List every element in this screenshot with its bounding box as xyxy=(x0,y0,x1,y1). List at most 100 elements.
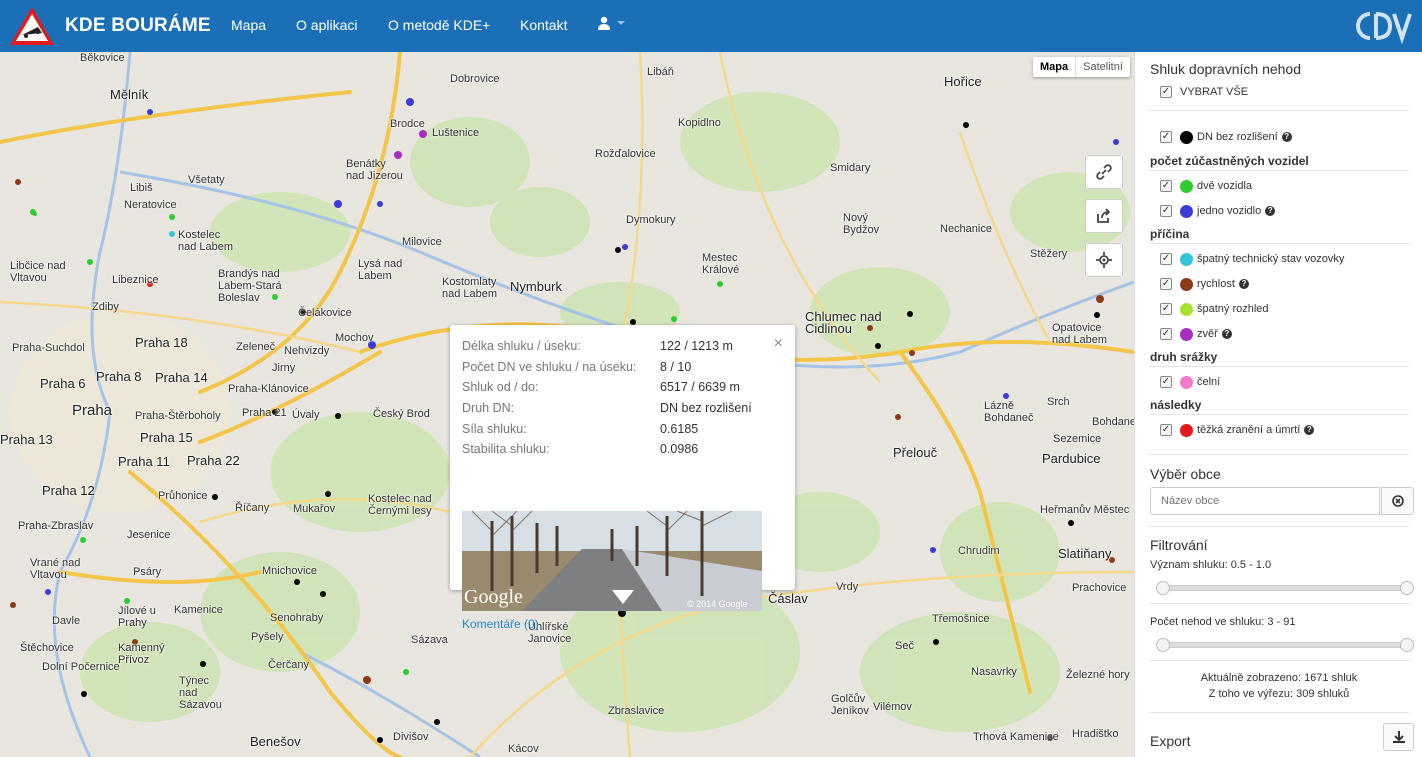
street-view-photo[interactable]: Google © 2014 Google xyxy=(462,511,762,611)
caret-down-icon xyxy=(617,21,625,25)
place-label: Stěžery xyxy=(1030,248,1068,260)
place-label: Železné hory xyxy=(1066,669,1130,681)
export-button[interactable] xyxy=(1383,723,1414,751)
place-label: Libiš xyxy=(130,182,153,194)
slider-handle-max[interactable] xyxy=(1400,638,1414,652)
place-label: Psáry xyxy=(133,566,162,578)
pink-dot-icon xyxy=(1180,375,1193,389)
pocet-slider[interactable] xyxy=(1156,638,1414,652)
place-label: Kostomlaty nad Labem xyxy=(442,276,498,300)
top-navbar: KDE BOURÁME Mapa O aplikaci O metodě KDE… xyxy=(0,0,1422,52)
vyznam-slider[interactable] xyxy=(1156,581,1414,595)
checkbox-technicky[interactable]: ✓ xyxy=(1160,253,1172,265)
map-type-map[interactable]: Mapa xyxy=(1033,57,1075,77)
checkbox-jedno-vozidlo[interactable]: ✓ xyxy=(1160,205,1172,217)
place-label: Všetaty xyxy=(188,174,225,186)
map-canvas[interactable]: Běkovice Mělník Dobrovice Libáň Hořice B… xyxy=(0,52,1134,757)
slider-handle-min[interactable] xyxy=(1156,581,1170,595)
place-label: Kopidlno xyxy=(678,117,721,129)
nav-kontakt[interactable]: Kontakt xyxy=(520,17,567,33)
filter-technicky[interactable]: ✓ špatný technický stav vozovky xyxy=(1160,250,1344,268)
filter-dve-vozidla[interactable]: ✓ dvě vozidla xyxy=(1160,177,1252,195)
help-icon[interactable]: ? xyxy=(1304,425,1315,435)
popup-value: 6517 / 6639 m xyxy=(660,380,740,394)
place-label: Hořice xyxy=(944,74,982,89)
place-label: Přelouč xyxy=(893,445,938,460)
divider xyxy=(1149,110,1409,111)
filter-label: rychlost xyxy=(1197,278,1235,290)
nav-o-aplikaci[interactable]: O aplikaci xyxy=(296,17,357,33)
place-label: Jesenice xyxy=(127,529,171,541)
place-label: Pardubice xyxy=(1042,451,1101,466)
brand-title[interactable]: KDE BOURÁME xyxy=(65,15,211,37)
place-label: Trhová Kamenice xyxy=(973,731,1059,743)
slider-handle-max[interactable] xyxy=(1400,581,1414,595)
share-button[interactable] xyxy=(1085,199,1123,233)
place-label: Libčice nad Vltavou xyxy=(10,260,66,284)
link-button[interactable] xyxy=(1085,155,1123,189)
place-label: Týnec nad Sázavou xyxy=(179,675,222,711)
place-label: Čáslav xyxy=(768,591,808,606)
place-label: Srch xyxy=(1047,396,1070,408)
photo-copyright: © 2014 Google xyxy=(687,599,748,609)
place-label: Dymokury xyxy=(626,214,676,226)
popup-label: Síla shluku: xyxy=(462,422,527,436)
checkbox-rychlost[interactable]: ✓ xyxy=(1160,278,1172,290)
help-icon[interactable]: ? xyxy=(1221,329,1232,339)
help-icon[interactable]: ? xyxy=(1281,132,1292,142)
user-menu[interactable] xyxy=(597,16,625,30)
place-label: Praha 18 xyxy=(135,335,188,350)
checkbox-rozhled[interactable]: ✓ xyxy=(1160,303,1172,315)
place-label: Lázně Bohdaneč xyxy=(984,400,1034,424)
place-label: Mochov xyxy=(335,332,374,344)
place-label: Mestec Králové xyxy=(702,252,740,276)
select-all-row[interactable]: ✓ VYBRAT VŠE xyxy=(1160,83,1248,101)
slider-handle-min[interactable] xyxy=(1156,638,1170,652)
filter-dn-bez[interactable]: ✓ DN bez rozlišení ? xyxy=(1160,128,1292,146)
checkbox-select-all[interactable]: ✓ xyxy=(1160,86,1172,98)
filter-celni[interactable]: ✓ čelní xyxy=(1160,373,1220,391)
close-icon[interactable]: × xyxy=(774,335,783,353)
divider xyxy=(1149,712,1409,713)
place-label: Pyšely xyxy=(251,631,284,643)
place-label: Praha 21 xyxy=(242,407,287,419)
help-icon[interactable]: ? xyxy=(1265,206,1276,216)
place-label: Jílové u Prahy xyxy=(118,605,156,629)
filter-rychlost[interactable]: ✓ rychlost ? xyxy=(1160,275,1249,293)
help-icon[interactable]: ? xyxy=(1238,279,1249,289)
filter-jedno-vozidlo[interactable]: ✓ jedno vozidlo ? xyxy=(1160,202,1276,220)
clear-search-button[interactable] xyxy=(1381,487,1414,515)
filter-tezka[interactable]: ✓ těžká zranění a úmrtí ? xyxy=(1160,421,1315,439)
place-label: Úvaly xyxy=(292,409,320,421)
checkbox-celni[interactable]: ✓ xyxy=(1160,376,1172,388)
nav-o-metode[interactable]: O metodě KDE+ xyxy=(388,17,490,33)
comments-link[interactable]: Komentáře (0) xyxy=(462,617,539,631)
checkbox-dn-bez[interactable]: ✓ xyxy=(1160,131,1172,143)
green-dot-icon xyxy=(1180,179,1193,193)
place-label: Nymburk xyxy=(510,279,563,294)
nav-mapa[interactable]: Mapa xyxy=(231,17,266,33)
purple-dot-icon xyxy=(1180,327,1193,341)
obec-search-input[interactable] xyxy=(1150,487,1380,515)
filter-zver[interactable]: ✓ zvěř ? xyxy=(1160,325,1232,343)
checkbox-dve-vozidla[interactable]: ✓ xyxy=(1160,180,1172,192)
filter-label: jedno vozidlo xyxy=(1197,205,1262,217)
filter-label: DN bez rozlišení xyxy=(1197,131,1278,143)
place-label: Český Brod xyxy=(373,408,430,420)
place-label: Praha-Zbraslav xyxy=(18,520,94,532)
popup-row: Shluk od / do: 6517 / 6639 m xyxy=(462,380,762,398)
locate-button[interactable] xyxy=(1085,243,1123,277)
place-label: Sezemice xyxy=(1053,433,1102,445)
shown-count: Aktuálně zobrazeno: 1671 shluk xyxy=(1200,672,1358,684)
filter-label: těžká zranění a úmrtí xyxy=(1197,424,1301,436)
filter-rozhled[interactable]: ✓ špatný rozhled xyxy=(1160,300,1269,318)
place-label: Chlumec nad Cidlinou xyxy=(805,309,882,336)
checkbox-zver[interactable]: ✓ xyxy=(1160,328,1172,340)
place-label: Praha 15 xyxy=(140,430,193,445)
map-type-satellite[interactable]: Satelitní xyxy=(1075,57,1130,77)
obec-title: Výběr obce xyxy=(1150,466,1221,482)
place-label: Benešov xyxy=(250,734,301,749)
checkbox-tezka[interactable]: ✓ xyxy=(1160,424,1172,436)
place-label: Milovice xyxy=(402,236,442,248)
warning-sign-logo-icon[interactable] xyxy=(8,5,56,47)
